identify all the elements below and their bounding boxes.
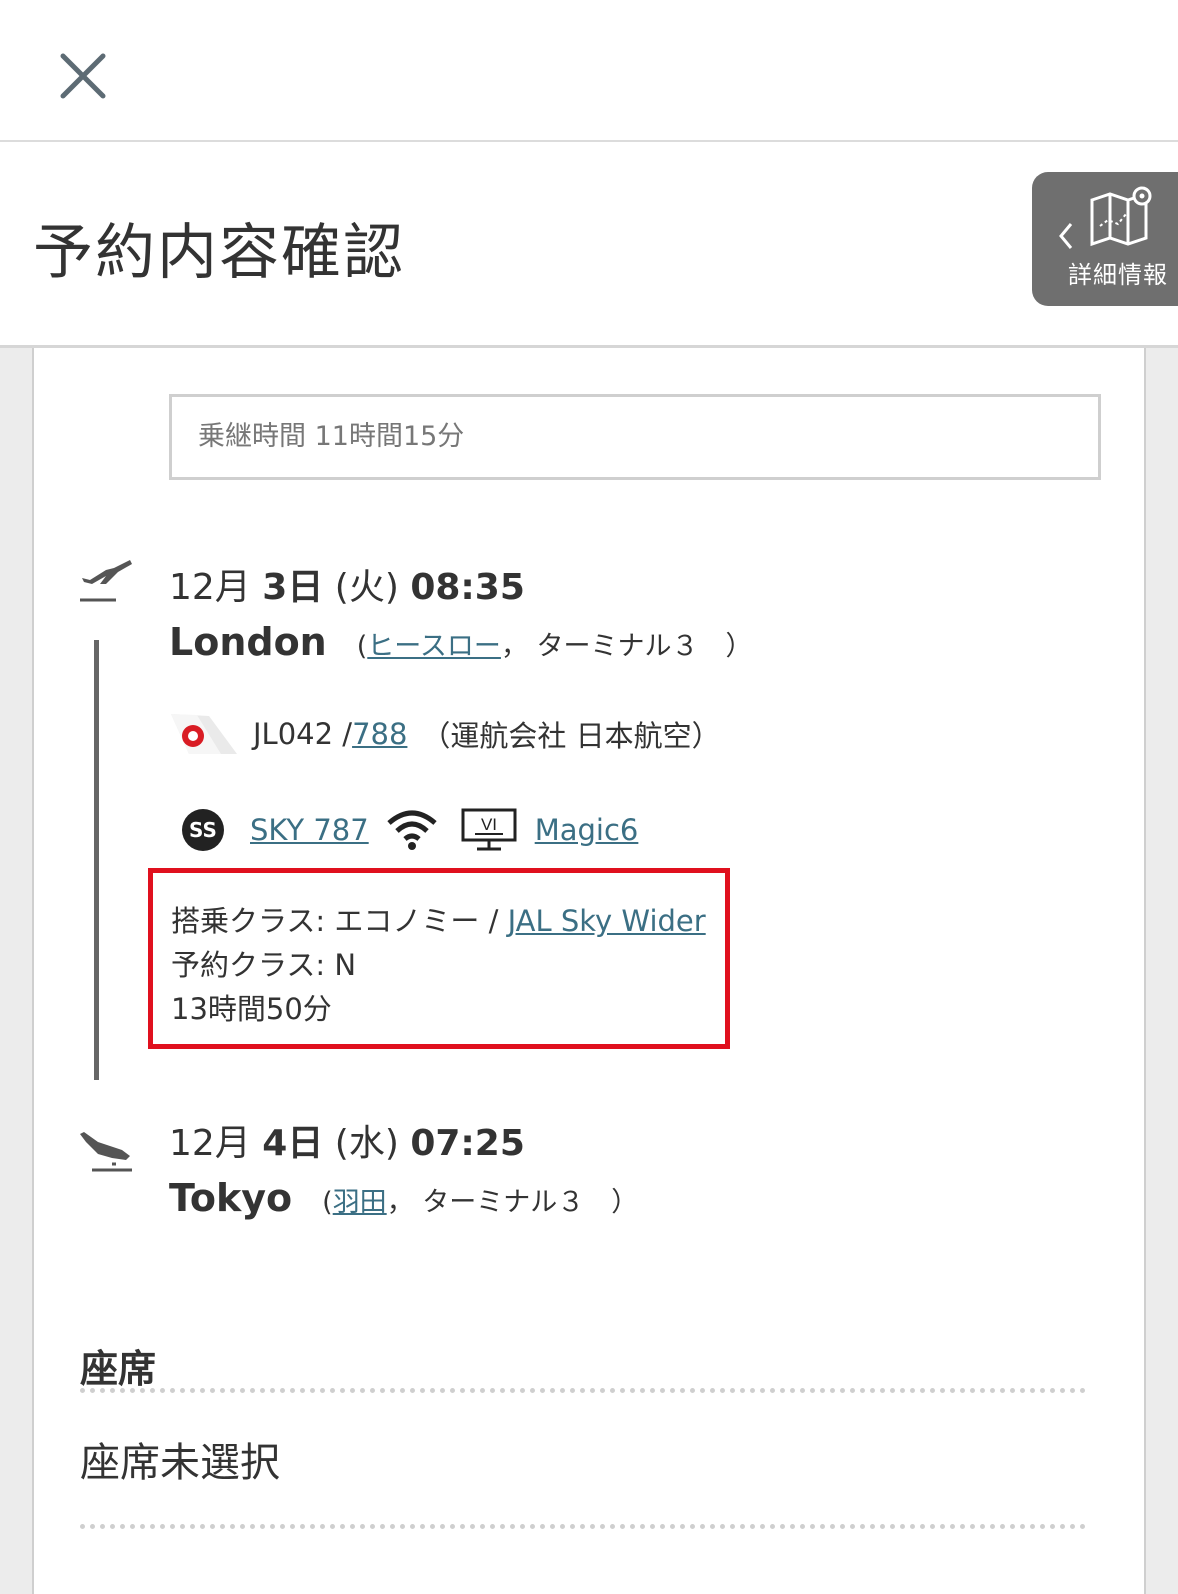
flight-number: JL042 / — [253, 717, 353, 751]
aircraft-type-link[interactable]: 788 — [352, 717, 407, 751]
departure-time: 08:35 — [410, 567, 525, 608]
monitor-icon: VI — [461, 808, 517, 852]
map-pin-icon — [1088, 186, 1154, 252]
flight-info: JL042 / 788 （運航会社 日本航空） — [169, 712, 721, 756]
arrival-weekday: (水) — [323, 1123, 411, 1164]
departure-weekday: (火) — [323, 567, 411, 608]
departure-terminal: ， ターミナル３ ） — [500, 631, 753, 662]
departure-datetime: 12月 3日 (火) 08:35 — [169, 558, 525, 610]
class-info-highlight: 搭乗クラス: エコノミー / JAL Sky Wider 予約クラス: N 13… — [148, 868, 730, 1049]
itinerary-card: 乗継時間 11時間15分 12月 3日 (火) 08:35 London (ヒース… — [32, 348, 1146, 1594]
seat-status: 座席未選択 — [80, 1440, 280, 1486]
divider — [80, 1388, 1086, 1393]
departure-open-paren: ( — [356, 631, 368, 662]
chevron-left-icon — [1058, 222, 1074, 254]
operating-carrier: （運航会社 日本航空） — [421, 719, 721, 753]
departure-day: 3日 — [262, 567, 324, 608]
seat-type-badge: SS — [182, 809, 224, 851]
transfer-time-box: 乗継時間 11時間15分 — [169, 394, 1101, 480]
seat-section-title: 座席 — [80, 1347, 157, 1391]
departure-city: London — [169, 620, 327, 664]
page-header: 予約内容確認 詳細情報 — [0, 142, 1178, 348]
cabin-class-prefix: 搭乗クラス: エコノミー / — [171, 904, 508, 938]
close-icon[interactable] — [55, 48, 111, 104]
content-background: 乗継時間 11時間15分 12月 3日 (火) 08:35 London (ヒース… — [0, 348, 1178, 1594]
details-info-button[interactable]: 詳細情報 — [1032, 172, 1178, 306]
departure-airport-link[interactable]: ヒースロー — [367, 631, 501, 662]
divider — [80, 1524, 1086, 1529]
entertainment-badge: VI — [481, 815, 497, 834]
arrival-open-paren: ( — [322, 1187, 333, 1218]
amenities-row: SS SKY 787 VI Magic6 — [182, 808, 638, 852]
arrival-location: Tokyo (羽田， ターミナル３ ） — [169, 1176, 638, 1220]
arrival-day: 4日 — [262, 1123, 324, 1164]
landing-icon — [76, 1128, 134, 1180]
cabin-product-link[interactable]: JAL Sky Wider — [508, 904, 706, 938]
arrival-city: Tokyo — [169, 1176, 293, 1220]
page-title: 予約内容確認 — [33, 218, 405, 288]
arrival-time: 07:25 — [410, 1123, 525, 1164]
departure-date-prefix: 12月 — [169, 567, 263, 608]
arrival-airport-link[interactable]: 羽田 — [333, 1187, 387, 1218]
timeline-line — [94, 640, 99, 1080]
top-bar — [0, 0, 1178, 142]
cabin-class: 搭乗クラス: エコノミー / JAL Sky Wider — [171, 899, 725, 943]
departure-location: London (ヒースロー， ターミナル３ ） — [169, 620, 753, 664]
arrival-datetime: 12月 4日 (水) 07:25 — [169, 1114, 525, 1166]
jal-tail-logo-icon — [169, 712, 239, 756]
takeoff-icon — [76, 556, 134, 608]
flight-duration: 13時間50分 — [171, 992, 332, 1026]
arrival-terminal: ， ターミナル３ ） — [386, 1187, 639, 1218]
booking-class: 予約クラス: N — [171, 948, 357, 982]
wifi-icon — [385, 809, 439, 851]
details-info-label: 詳細情報 — [1068, 261, 1168, 289]
seat-type-link[interactable]: SKY 787 — [250, 813, 369, 847]
arrival-date-prefix: 12月 — [169, 1123, 263, 1164]
entertainment-link[interactable]: Magic6 — [535, 813, 639, 847]
